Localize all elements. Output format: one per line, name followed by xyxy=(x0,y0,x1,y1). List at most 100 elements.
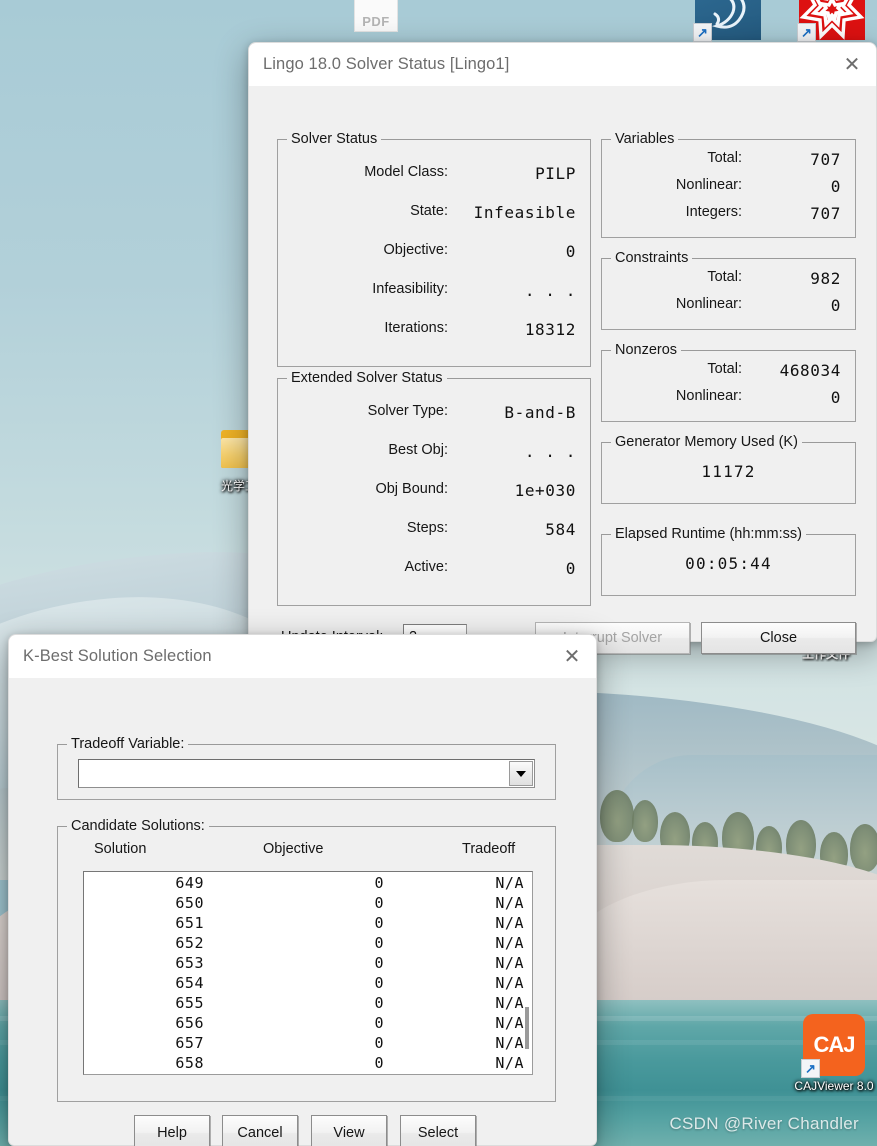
desktop-icon-label: CAJViewer 8.0 xyxy=(794,1079,874,1093)
help-button[interactable]: Help xyxy=(134,1115,210,1146)
table-row[interactable]: 653 0 N/A xyxy=(84,954,532,974)
active-value: 0 xyxy=(565,559,576,578)
column-header-solution: Solution xyxy=(94,841,147,857)
nonzeros-group-title: Nonzeros xyxy=(611,342,682,358)
candidate-solutions-group: Candidate Solutions: Solution Objective … xyxy=(57,818,556,1102)
generator-memory-group-title: Generator Memory Used (K) xyxy=(611,434,802,450)
obj-bound-value: 1e+030 xyxy=(514,481,576,500)
constraints-total-label: Total: xyxy=(707,269,742,285)
candidate-rows-container: 649 0 N/A 650 0 N/A 651 0 N/A 652 0 N/A 653 0 N/A 654 0 N… xyxy=(84,872,532,1074)
select-button[interactable]: Select xyxy=(400,1115,476,1146)
table-row[interactable]: 657 0 N/A xyxy=(84,1034,532,1054)
watermark: CSDN @River Chandler xyxy=(669,1114,859,1133)
table-row[interactable]: 651 0 N/A xyxy=(84,914,532,934)
lingo-solver-status-dialog[interactable]: Lingo 18.0 Solver Status [Lingo1] ✕ Solv… xyxy=(248,42,877,654)
table-row[interactable]: 649 0 N/A xyxy=(84,874,532,894)
cell-objective: 0 xyxy=(374,874,384,892)
cell-tradeoff: N/A xyxy=(495,974,524,992)
close-button[interactable]: Close xyxy=(701,622,856,654)
cell-solution: 655 xyxy=(175,994,204,1012)
best-obj-value: . . . xyxy=(524,442,576,461)
view-button[interactable]: View xyxy=(311,1115,387,1146)
variables-nonlinear-value: 0 xyxy=(830,177,841,196)
cell-solution: 650 xyxy=(175,894,204,912)
close-icon[interactable]: ✕ xyxy=(828,43,876,86)
desktop-icon-mathematica[interactable]: ↗ xyxy=(790,0,874,43)
cell-objective: 0 xyxy=(374,894,384,912)
chevron-down-icon[interactable] xyxy=(509,761,533,786)
pdf-sheet-icon: PDF xyxy=(354,0,398,32)
candidate-solutions-listbox[interactable]: 649 0 N/A 650 0 N/A 651 0 N/A 652 0 N/A 653 0 N/A 654 0 N… xyxy=(83,871,533,1075)
nonzeros-total-label: Total: xyxy=(707,361,742,377)
cell-tradeoff: N/A xyxy=(495,894,524,912)
constraints-nonlinear-label: Nonlinear: xyxy=(675,296,742,312)
cell-tradeoff: N/A xyxy=(495,934,524,952)
cell-tradeoff: N/A xyxy=(495,994,524,1012)
infeasibility-value: . . . xyxy=(524,281,576,300)
variables-integers-label: Integers: xyxy=(685,204,742,220)
cell-tradeoff: N/A xyxy=(495,1054,524,1072)
desktop-icon-pdf[interactable]: PDF ℕ xyxy=(332,0,416,33)
cell-objective: 0 xyxy=(374,914,384,932)
close-icon[interactable]: ✕ xyxy=(548,635,596,678)
variables-total-label: Total: xyxy=(707,150,742,166)
nonzeros-nonlinear-value: 0 xyxy=(830,388,841,407)
solver-status-group-title: Solver Status xyxy=(287,131,382,147)
nonzeros-nonlinear-label: Nonlinear: xyxy=(675,388,742,404)
cell-solution: 652 xyxy=(175,934,204,952)
variables-total-value: 707 xyxy=(810,150,841,169)
constraints-nonlinear-value: 0 xyxy=(830,296,841,315)
table-row[interactable]: 656 0 N/A xyxy=(84,1014,532,1034)
wallpaper-tree xyxy=(600,790,634,842)
listbox-scrollbar[interactable] xyxy=(525,1007,529,1049)
state-value: Infeasible xyxy=(473,203,576,222)
iterations-value: 18312 xyxy=(524,320,576,339)
model-class-value: PILP xyxy=(535,164,576,183)
tradeoff-variable-group: Tradeoff Variable: xyxy=(57,736,556,800)
cell-objective: 0 xyxy=(374,954,384,972)
desktop-icon-sql[interactable]: ↗ xyxy=(686,0,770,43)
tradeoff-variable-combo[interactable] xyxy=(78,759,535,788)
cell-tradeoff: N/A xyxy=(495,954,524,972)
solver-dialog-titlebar[interactable]: Lingo 18.0 Solver Status [Lingo1] ✕ xyxy=(249,43,876,86)
cell-objective: 0 xyxy=(374,1034,384,1052)
generator-memory-value: 11172 xyxy=(701,462,756,481)
variables-integers-value: 707 xyxy=(810,204,841,223)
shortcut-arrow-icon: ↗ xyxy=(801,1059,820,1078)
objective-value: 0 xyxy=(565,242,576,261)
tradeoff-variable-group-title: Tradeoff Variable: xyxy=(67,736,189,752)
table-row[interactable]: 655 0 N/A xyxy=(84,994,532,1014)
desktop-icon-cajviewer[interactable]: CAJ ↗ CAJViewer 8.0 xyxy=(792,1014,876,1093)
constraints-group: Constraints Total: 982 Nonlinear: 0 xyxy=(601,250,856,330)
wallpaper-tree xyxy=(850,824,877,872)
cell-objective: 0 xyxy=(374,1014,384,1032)
cell-solution: 656 xyxy=(175,1014,204,1032)
cell-objective: 0 xyxy=(374,974,384,992)
cancel-button[interactable]: Cancel xyxy=(222,1115,298,1146)
constraints-group-title: Constraints xyxy=(611,250,693,266)
column-header-objective: Objective xyxy=(263,841,324,857)
solver-dialog-title: Lingo 18.0 Solver Status [Lingo1] xyxy=(263,55,510,73)
shortcut-arrow-icon: ↗ xyxy=(797,23,816,42)
kbest-solution-selection-dialog[interactable]: K-Best Solution Selection ✕ Tradeoff Var… xyxy=(8,634,597,1146)
table-row[interactable]: 650 0 N/A xyxy=(84,894,532,914)
table-row[interactable]: 654 0 N/A xyxy=(84,974,532,994)
generator-memory-group: Generator Memory Used (K) 11172 xyxy=(601,434,856,504)
cell-solution: 649 xyxy=(175,874,204,892)
extended-solver-status-group: Extended Solver Status Solver Type: B-an… xyxy=(277,370,591,606)
elapsed-runtime-group-title: Elapsed Runtime (hh:mm:ss) xyxy=(611,526,806,542)
shortcut-arrow-icon: ↗ xyxy=(693,23,712,42)
kbest-dialog-titlebar[interactable]: K-Best Solution Selection ✕ xyxy=(9,635,596,678)
variables-nonlinear-label: Nonlinear: xyxy=(675,177,742,193)
elapsed-runtime-group: Elapsed Runtime (hh:mm:ss) 00:05:44 xyxy=(601,526,856,596)
wallpaper-tree xyxy=(632,800,658,842)
cell-objective: 0 xyxy=(374,1054,384,1072)
cell-solution: 651 xyxy=(175,914,204,932)
constraints-total-value: 982 xyxy=(810,269,841,288)
cell-objective: 0 xyxy=(374,994,384,1012)
cell-solution: 654 xyxy=(175,974,204,992)
table-row[interactable]: 658 0 N/A xyxy=(84,1054,532,1074)
table-row[interactable]: 652 0 N/A xyxy=(84,934,532,954)
nonzeros-group: Nonzeros Total: 468034 Nonlinear: 0 xyxy=(601,342,856,422)
cell-tradeoff: N/A xyxy=(495,1034,524,1052)
